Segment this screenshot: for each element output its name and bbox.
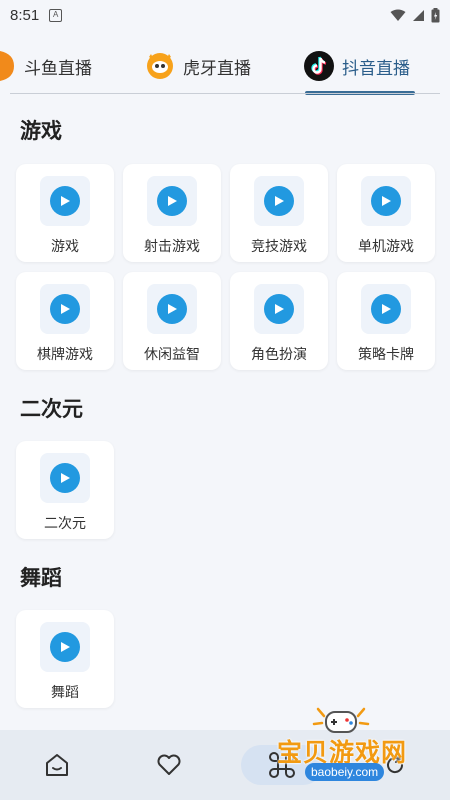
category-card[interactable]: 休闲益智 xyxy=(123,272,221,370)
status-bar: 8:51 A xyxy=(0,0,450,30)
category-label: 游戏 xyxy=(51,239,79,255)
app-notification-icon: A xyxy=(49,8,63,22)
play-icon xyxy=(361,284,411,334)
section-title-dance: 舞蹈 xyxy=(20,566,62,590)
category-label: 休闲益智 xyxy=(144,347,200,363)
category-card[interactable]: 棋牌游戏 xyxy=(16,272,114,370)
platform-tabs: 斗鱼直播 虎牙直播 抖音直播 xyxy=(0,40,450,95)
category-card[interactable]: 射击游戏 xyxy=(123,164,221,262)
wifi-icon xyxy=(390,9,406,21)
category-label: 二次元 xyxy=(44,516,86,532)
signal-icon xyxy=(413,9,424,21)
play-icon xyxy=(40,453,90,503)
nav-home[interactable] xyxy=(37,745,77,785)
nav-favorites[interactable] xyxy=(149,745,189,785)
play-icon xyxy=(361,176,411,226)
play-icon xyxy=(147,284,197,334)
play-icon xyxy=(40,622,90,672)
play-icon xyxy=(40,176,90,226)
category-label: 射击游戏 xyxy=(144,239,200,255)
home-icon xyxy=(46,754,68,776)
section-title-anime: 二次元 xyxy=(20,397,83,421)
tab-douyu-label: 斗鱼直播 xyxy=(24,58,92,79)
category-card[interactable]: 竞技游戏 xyxy=(230,164,328,262)
category-label: 棋牌游戏 xyxy=(37,347,93,363)
watermark-url: baobeiy.com xyxy=(305,763,385,781)
category-label: 竞技游戏 xyxy=(251,239,307,255)
tab-douyin[interactable]: 抖音直播 xyxy=(304,40,410,92)
heart-icon xyxy=(157,754,181,775)
battery-icon xyxy=(431,7,440,22)
section-title-games: 游戏 xyxy=(20,119,62,143)
tab-douyin-label: 抖音直播 xyxy=(342,58,410,79)
category-card[interactable]: 二次元 xyxy=(16,441,114,539)
douyu-logo-icon xyxy=(0,51,14,81)
category-label: 角色扮演 xyxy=(251,347,307,363)
category-card[interactable]: 角色扮演 xyxy=(230,272,328,370)
category-card[interactable]: 策略卡牌 xyxy=(337,272,435,370)
category-list: 游戏 游戏 射击游戏 竞技游戏 单机游戏 棋牌游戏 休闲益智 角色扮演 策略卡牌… xyxy=(0,94,450,730)
category-label: 单机游戏 xyxy=(358,239,414,255)
category-label: 舞蹈 xyxy=(51,685,79,701)
douyin-logo-icon xyxy=(304,51,334,81)
category-label: 策略卡牌 xyxy=(358,347,414,363)
category-card[interactable]: 舞蹈 xyxy=(16,610,114,708)
site-watermark: 宝贝游戏网 baobeiy.com xyxy=(272,700,447,790)
tab-huya-label: 虎牙直播 xyxy=(183,58,251,79)
tab-huya[interactable]: 虎牙直播 xyxy=(145,40,251,92)
category-card[interactable]: 单机游戏 xyxy=(337,164,435,262)
play-icon xyxy=(147,176,197,226)
status-icons xyxy=(390,7,440,23)
category-card[interactable]: 游戏 xyxy=(16,164,114,262)
play-icon xyxy=(254,284,304,334)
tab-douyu[interactable]: 斗鱼直播 xyxy=(0,40,92,92)
status-time: 8:51 xyxy=(10,6,40,24)
play-icon xyxy=(254,176,304,226)
huya-logo-icon xyxy=(147,53,173,79)
play-icon xyxy=(40,284,90,334)
